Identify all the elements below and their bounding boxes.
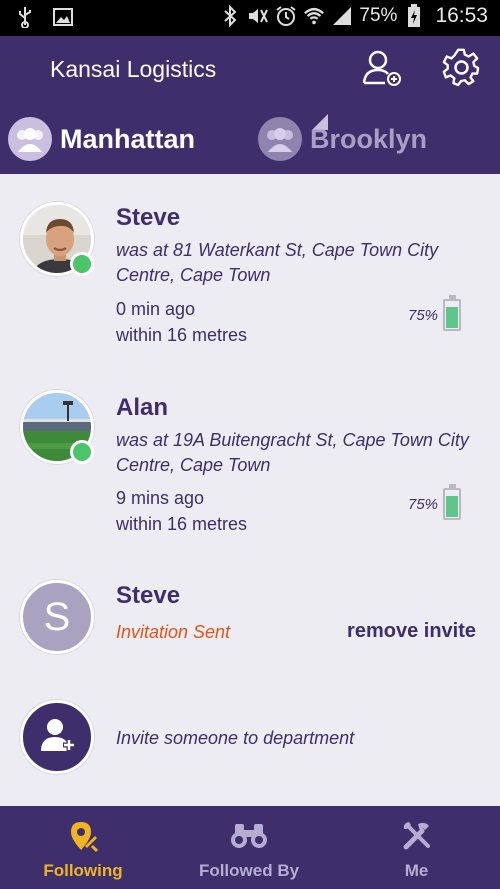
battery-fill [446, 307, 458, 328]
wifi-icon [303, 5, 325, 27]
person-name: Alan [116, 394, 169, 421]
nav-label: Followed By [198, 861, 300, 880]
people-list: Steve was at 81 Waterkant St, Cape Town … [0, 174, 500, 806]
avatar-initial: S [43, 594, 71, 639]
settings-button[interactable] [440, 48, 484, 92]
group-icon [8, 117, 52, 161]
clock: 16:53 [435, 4, 488, 27]
battery-icon [443, 484, 461, 520]
mute-icon [247, 5, 269, 27]
nav-label: Me [404, 861, 429, 880]
list-item[interactable]: Alan was at 19A Buitengracht St, Cape To… [0, 364, 500, 554]
list-item[interactable]: Steve was at 81 Waterkant St, Cape Town … [0, 174, 500, 364]
image-icon [52, 6, 74, 28]
location-accuracy: within 16 metres [116, 514, 248, 534]
tools-icon [333, 820, 500, 854]
pending-invite-item: S Steve Invitation Sent remove invite [0, 554, 500, 674]
invite-status: Invitation Sent [116, 622, 231, 642]
person-name: Steve [116, 204, 181, 231]
last-location: was at 19A Buitengracht St, Cape Town Ci… [116, 430, 469, 475]
invite-prompt: Invite someone to department [116, 728, 355, 748]
avatar: S [20, 580, 94, 654]
nav-following[interactable]: Following [0, 806, 166, 889]
group-icon [258, 117, 302, 161]
battery-fill [446, 496, 458, 517]
bottom-navigation: Following Followed By Me [0, 806, 500, 889]
battery-percent: 75% [359, 5, 398, 26]
bluetooth-icon [219, 5, 241, 27]
last-location: was at 81 Waterkant St, Cape Town City C… [116, 240, 439, 285]
app-header: Kansai Logistics Manhattan Brooklyn [0, 36, 500, 174]
status-bar: 75% 16:53 [0, 0, 500, 36]
tab-manhattan[interactable]: Manhattan [8, 116, 195, 162]
usb-icon [14, 6, 36, 28]
battery-level-text: 75% [408, 307, 439, 324]
tab-brooklyn[interactable]: Brooklyn [258, 116, 427, 162]
nav-me[interactable]: Me [333, 806, 500, 889]
add-member-avatar [20, 700, 94, 774]
nav-followed-by[interactable]: Followed By [166, 806, 332, 889]
gear-icon [442, 48, 482, 93]
battery-level-text: 75% [408, 496, 439, 513]
add-person-button[interactable] [360, 48, 404, 92]
add-person-icon [361, 47, 403, 94]
online-status-indicator [70, 252, 94, 276]
alarm-icon [275, 5, 297, 27]
nav-label: Following [43, 861, 123, 880]
tab-label: Manhattan [60, 123, 195, 154]
battery-charging-icon [403, 4, 425, 27]
add-person-icon [37, 715, 77, 760]
last-seen-time: 0 min ago [116, 299, 196, 319]
signal-icon [331, 5, 353, 27]
invite-someone-item[interactable]: Invite someone to department [0, 674, 500, 804]
binoculars-icon [166, 820, 332, 854]
person-name: Steve [116, 582, 181, 609]
tab-label: Brooklyn [310, 123, 428, 154]
organization-selector[interactable]: Kansai Logistics [50, 56, 216, 83]
last-seen-time: 9 mins ago [116, 488, 205, 508]
remove-invite-button[interactable]: remove invite [347, 620, 476, 643]
battery-icon [443, 295, 461, 331]
location-accuracy: within 16 metres [116, 325, 248, 345]
online-status-indicator [70, 440, 94, 464]
location-pin-icon [0, 820, 166, 854]
